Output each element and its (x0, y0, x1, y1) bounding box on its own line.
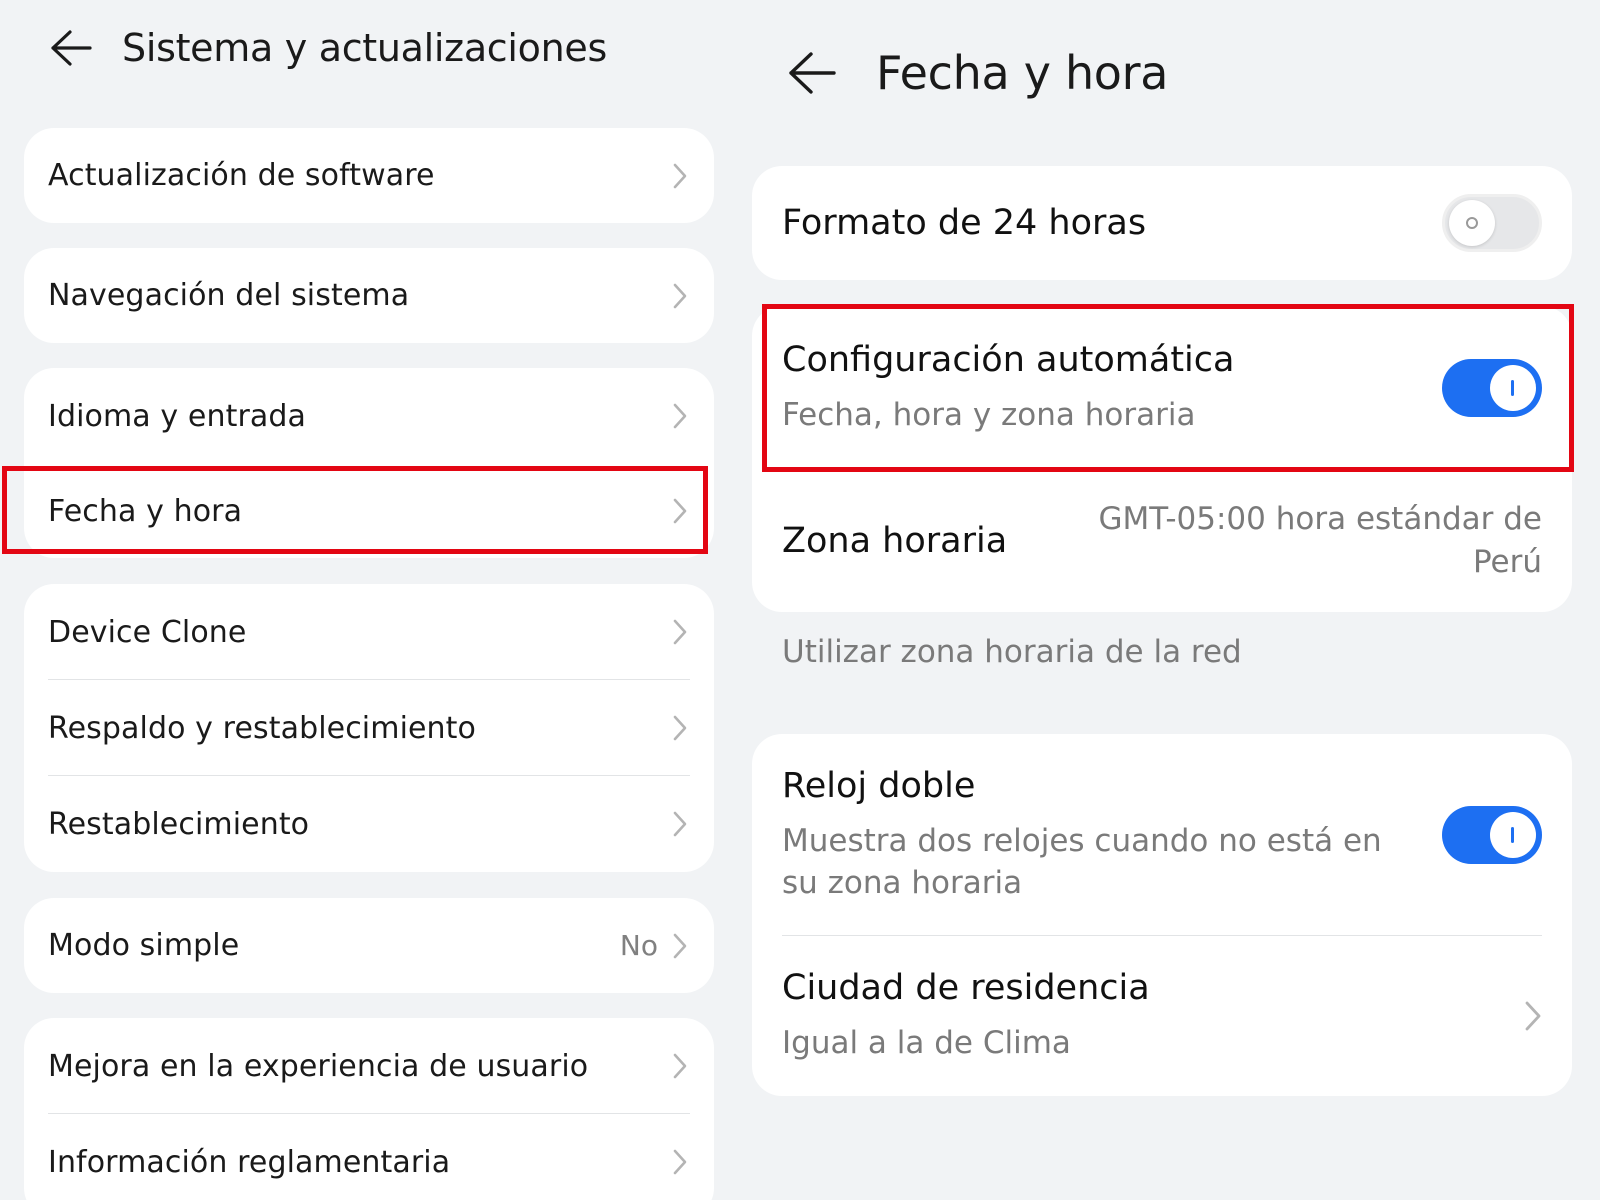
setting-24h-format: Formato de 24 horas (752, 166, 1572, 280)
menu-item-label: Fecha y hora (48, 493, 243, 529)
setting-time-zone[interactable]: Zona horaria GMT-05:00 hora estándar de … (752, 470, 1572, 612)
format-24h-toggle[interactable] (1442, 194, 1542, 252)
chevron-right-icon (672, 932, 688, 960)
menu-item-date-time[interactable]: Fecha y hora (24, 464, 714, 558)
arrow-left-icon[interactable] (48, 28, 92, 68)
menu-item-label: Navegación del sistema (48, 278, 410, 313)
chevron-right-icon (1524, 1000, 1542, 1032)
toggle-knob (1490, 812, 1536, 858)
setting-sublabel-line: su zona horaria (782, 865, 1023, 901)
setting-label: Configuración automática (782, 339, 1235, 380)
settings-group: Modo simple No (24, 898, 714, 993)
chevron-right-icon (672, 282, 688, 310)
menu-item-backup-restore[interactable]: Respaldo y restablecimiento (24, 680, 714, 776)
menu-item-user-experience[interactable]: Mejora en la experiencia de usuario (24, 1018, 714, 1114)
chevron-right-icon (672, 1052, 688, 1080)
toggle-on-mark (1511, 827, 1514, 843)
menu-item-label: Idioma y entrada (48, 398, 306, 434)
settings-group: Reloj doble Muestra dos relojes cuando n… (752, 734, 1572, 1096)
setting-sublabel: Igual a la de Clima (782, 1024, 1071, 1061)
setting-sublabel: Fecha, hora y zona horaria (782, 396, 1196, 433)
toggle-on-mark (1511, 380, 1514, 396)
chevron-right-icon (672, 162, 688, 190)
time-zone-value-line: Perú (1472, 544, 1542, 580)
menu-item-label: Respaldo y restablecimiento (48, 710, 476, 746)
setting-text: Configuración automática Fecha, hora y z… (782, 340, 1234, 436)
page-title: Fecha y hora (876, 46, 1169, 100)
menu-item-label: Actualización de software (48, 158, 435, 193)
menu-item-label: Información reglamentaria (48, 1144, 451, 1180)
menu-item-language-input[interactable]: Idioma y entrada (24, 368, 714, 464)
chevron-right-icon (672, 497, 688, 525)
date-time-pane: Fecha y hora Formato de 24 horas Configu… (752, 0, 1600, 1200)
setting-sublabel-line: Muestra dos relojes cuando no está en (782, 822, 1382, 859)
menu-item-label: Modo simple (48, 928, 240, 963)
setting-home-city[interactable]: Ciudad de residencia Igual a la de Clima (752, 936, 1572, 1096)
setting-text: Reloj doble Muestra dos relojes cuando n… (782, 766, 1382, 904)
settings-group: Mejora en la experiencia de usuario Info… (24, 1018, 714, 1200)
menu-item-label: Restablecimiento (48, 806, 310, 842)
setting-label: Reloj doble (782, 765, 976, 806)
setting-label: Formato de 24 horas (782, 203, 1147, 243)
menu-item-simple-mode[interactable]: Modo simple No (24, 898, 714, 993)
setting-dual-clock: Reloj doble Muestra dos relojes cuando n… (752, 734, 1572, 936)
menu-item-label: Device Clone (48, 614, 247, 650)
menu-item-device-clone[interactable]: Device Clone (24, 584, 714, 680)
setting-sublabel: Muestra dos relojes cuando no está en su… (782, 820, 1382, 904)
time-zone-value: GMT-05:00 hora estándar de Perú (1082, 498, 1543, 585)
menu-item-label: Mejora en la experiencia de usuario (48, 1048, 589, 1084)
network-time-zone-caption: Utilizar zona horaria de la red (782, 634, 1242, 670)
simple-mode-value: No (619, 929, 658, 962)
settings-group: Navegación del sistema (24, 248, 714, 343)
chevron-right-icon (672, 618, 688, 646)
setting-label: Zona horaria (782, 521, 1008, 561)
menu-item-reset[interactable]: Restablecimiento (24, 776, 714, 872)
right-header: Fecha y hora (786, 40, 1168, 106)
setting-text: Ciudad de residencia Igual a la de Clima (782, 968, 1150, 1064)
setting-label: Ciudad de residencia (782, 967, 1150, 1008)
menu-item-regulatory-info[interactable]: Información reglamentaria (24, 1114, 714, 1200)
settings-group: Device Clone Respaldo y restablecimiento… (24, 584, 714, 872)
dual-clock-toggle[interactable] (1442, 806, 1542, 864)
page-title: Sistema y actualizaciones (122, 26, 607, 70)
settings-group: Idioma y entrada Fecha y hora (24, 368, 714, 558)
menu-item-software-update[interactable]: Actualización de software (24, 128, 714, 223)
chevron-right-icon (672, 1148, 688, 1176)
settings-group: Configuración automática Fecha, hora y z… (752, 306, 1572, 612)
chevron-right-icon (672, 714, 688, 742)
row-trailing: No (620, 929, 688, 962)
chevron-right-icon (672, 810, 688, 838)
settings-group: Formato de 24 horas (752, 166, 1572, 280)
arrow-left-icon[interactable] (786, 50, 836, 96)
chevron-right-icon (672, 402, 688, 430)
auto-config-toggle[interactable] (1442, 359, 1542, 417)
time-zone-value-line: GMT-05:00 hora estándar de (1098, 500, 1543, 537)
toggle-knob (1490, 365, 1536, 411)
setting-auto-config: Configuración automática Fecha, hora y z… (752, 306, 1572, 470)
menu-item-system-navigation[interactable]: Navegación del sistema (24, 248, 714, 343)
settings-group: Actualización de software (24, 128, 714, 223)
toggle-knob (1449, 200, 1495, 246)
system-updates-pane: Sistema y actualizaciones Actualización … (0, 0, 730, 1200)
toggle-off-mark (1466, 217, 1478, 229)
left-header: Sistema y actualizaciones (48, 20, 607, 76)
